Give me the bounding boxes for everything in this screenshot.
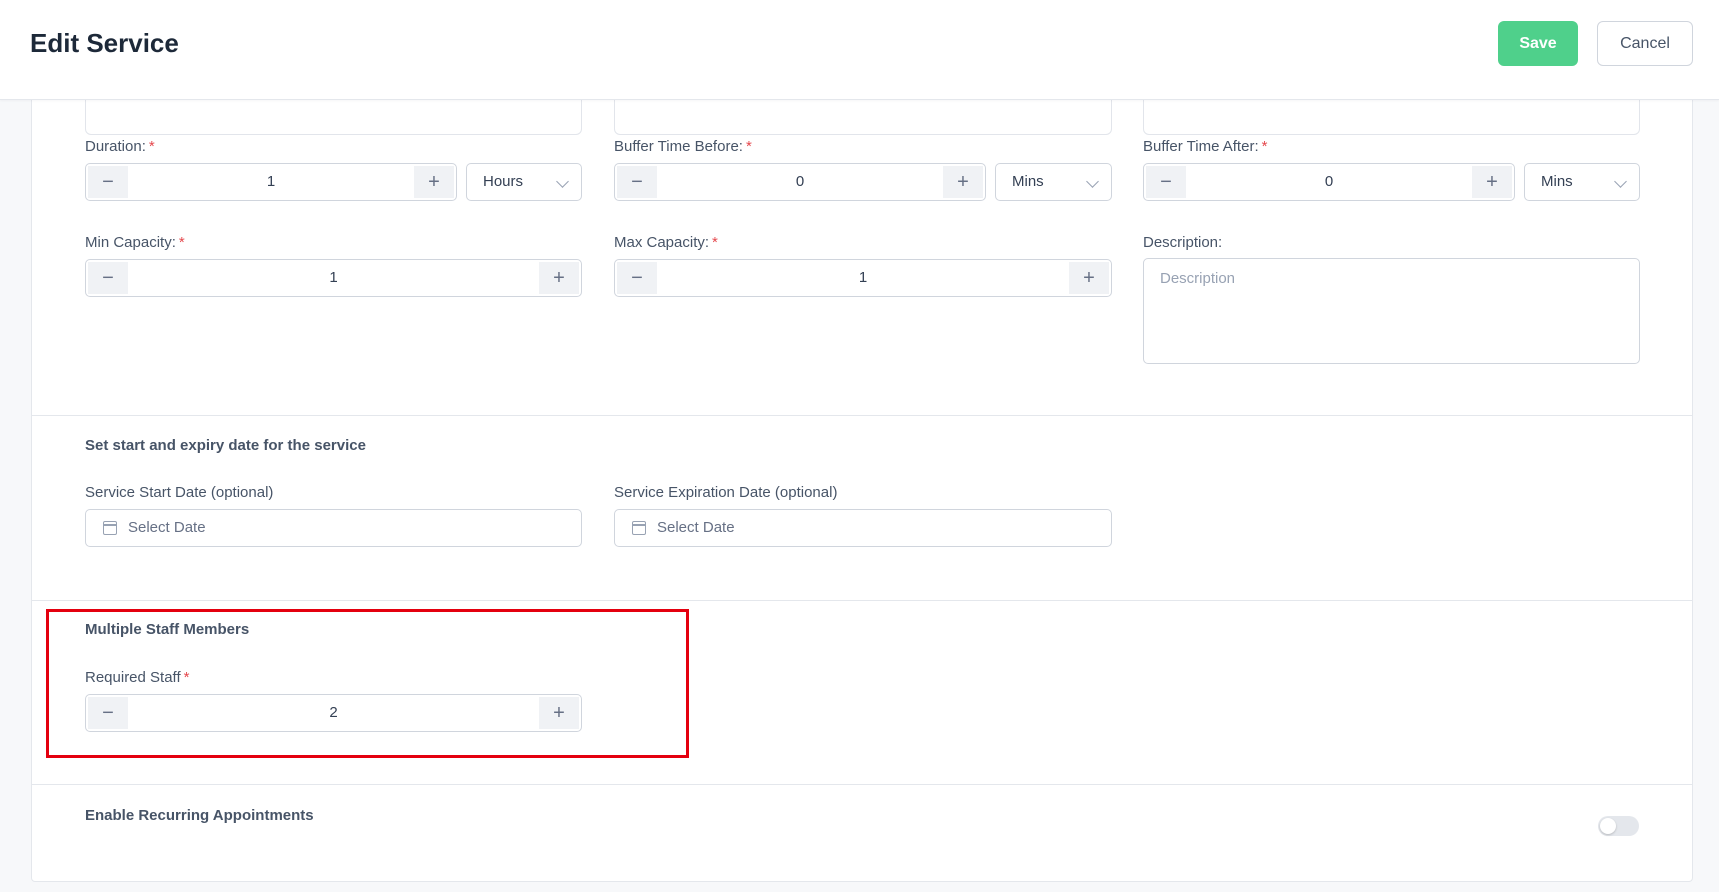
duration-label: Duration: * <box>85 138 155 155</box>
duration-stepper[interactable]: − 1 + <box>85 163 457 201</box>
min-capacity-stepper[interactable]: − 1 + <box>85 259 582 297</box>
max-capacity-label: Max Capacity: * <box>614 234 718 251</box>
dates-section-title: Set start and expiry date for the servic… <box>85 437 366 454</box>
end-date-label: Service Expiration Date (optional) <box>614 484 838 501</box>
decrement-button[interactable]: − <box>88 262 128 294</box>
required-marker: * <box>178 234 185 251</box>
buffer-after-stepper[interactable]: − 0 + <box>1143 163 1515 201</box>
required-marker: * <box>712 234 718 251</box>
description-textarea[interactable]: Description <box>1143 258 1640 364</box>
duration-unit-select[interactable]: Hours <box>466 163 582 201</box>
buffer-after-unit-select[interactable]: Mins <box>1524 163 1640 201</box>
start-date-placeholder: Select Date <box>128 519 206 536</box>
calendar-icon <box>632 521 646 535</box>
decrement-button[interactable]: − <box>617 262 657 294</box>
start-date-input[interactable]: Select Date <box>85 509 582 547</box>
edit-service-page: Duration: * − 1 + Hours Buffer Time Befor… <box>0 0 1719 892</box>
increment-button[interactable]: + <box>1069 262 1109 294</box>
buffer-after-unit-value: Mins <box>1541 173 1573 190</box>
section-divider <box>32 415 1692 416</box>
description-label: Description: <box>1143 234 1223 251</box>
max-capacity-stepper[interactable]: − 1 + <box>614 259 1112 297</box>
recurring-label: Enable Recurring Appointments <box>85 807 314 824</box>
chevron-down-icon <box>1086 175 1099 188</box>
increment-button[interactable]: + <box>539 262 579 294</box>
min-capacity-label: Min Capacity: * <box>85 234 185 251</box>
min-capacity-value[interactable]: 1 <box>130 260 537 296</box>
recurring-toggle[interactable] <box>1598 816 1639 836</box>
increment-button[interactable]: + <box>943 166 983 198</box>
toggle-knob <box>1600 818 1616 834</box>
chevron-down-icon <box>556 175 569 188</box>
buffer-before-value[interactable]: 0 <box>659 164 941 200</box>
required-marker: * <box>148 138 155 155</box>
description-placeholder: Description <box>1160 270 1236 287</box>
cancel-button[interactable]: Cancel <box>1597 21 1693 66</box>
max-capacity-value[interactable]: 1 <box>659 260 1067 296</box>
highlight-box <box>46 609 689 758</box>
decrement-button[interactable]: − <box>88 166 128 198</box>
buffer-before-unit-select[interactable]: Mins <box>995 163 1112 201</box>
service-form-card: Duration: * − 1 + Hours Buffer Time Befor… <box>31 60 1693 882</box>
duration-unit-value: Hours <box>483 173 524 190</box>
page-title: Edit Service <box>30 28 179 58</box>
buffer-after-value[interactable]: 0 <box>1188 164 1470 200</box>
buffer-after-label: Buffer Time After: * <box>1143 138 1268 155</box>
page-header: Edit Service Save Cancel <box>0 0 1719 100</box>
buffer-before-unit-value: Mins <box>1012 173 1044 190</box>
calendar-icon <box>103 521 117 535</box>
save-button[interactable]: Save <box>1498 21 1578 66</box>
start-date-label: Service Start Date (optional) <box>85 484 274 501</box>
duration-value[interactable]: 1 <box>130 164 412 200</box>
section-divider <box>32 784 1692 785</box>
decrement-button[interactable]: − <box>1146 166 1186 198</box>
increment-button[interactable]: + <box>414 166 454 198</box>
end-date-input[interactable]: Select Date <box>614 509 1112 547</box>
buffer-before-stepper[interactable]: − 0 + <box>614 163 986 201</box>
section-divider <box>32 600 1692 601</box>
buffer-before-label: Buffer Time Before: * <box>614 138 752 155</box>
required-marker: * <box>1261 138 1268 155</box>
increment-button[interactable]: + <box>1472 166 1512 198</box>
decrement-button[interactable]: − <box>617 166 657 198</box>
required-marker: * <box>745 138 752 155</box>
chevron-down-icon <box>1614 175 1627 188</box>
end-date-placeholder: Select Date <box>657 519 735 536</box>
